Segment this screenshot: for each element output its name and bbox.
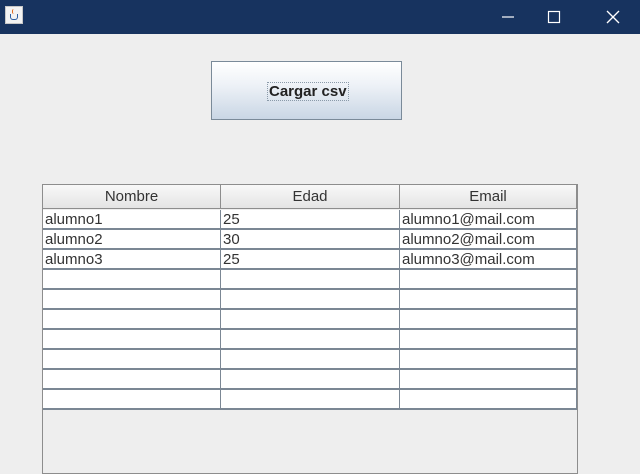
title-bar: [0, 0, 640, 34]
column-header-email[interactable]: Email: [400, 185, 577, 209]
maximize-button[interactable]: [531, 0, 577, 34]
close-icon: [606, 10, 620, 24]
table-row[interactable]: [43, 330, 577, 350]
table-cell-nombre[interactable]: alumno3: [43, 250, 221, 270]
table-cell-email[interactable]: [400, 270, 577, 290]
table-cell-edad[interactable]: 25: [221, 210, 400, 230]
table-cell-nombre[interactable]: [43, 370, 221, 390]
table-cell-edad[interactable]: [221, 270, 400, 290]
maximize-icon: [547, 10, 561, 24]
table-cell-edad[interactable]: [221, 310, 400, 330]
table-cell-edad[interactable]: [221, 350, 400, 370]
load-csv-button-label: Cargar csv: [267, 82, 349, 101]
table-cell-edad[interactable]: [221, 290, 400, 310]
table-cell-nombre[interactable]: [43, 330, 221, 350]
table-cell-email[interactable]: alumno3@mail.com: [400, 250, 577, 270]
table-row[interactable]: [43, 390, 577, 410]
java-icon[interactable]: [5, 6, 23, 24]
minimize-button[interactable]: [485, 0, 531, 34]
load-csv-button[interactable]: Cargar csv: [211, 61, 402, 120]
table-cell-nombre[interactable]: [43, 310, 221, 330]
table-row[interactable]: alumno1 25 alumno1@mail.com: [43, 210, 577, 230]
table-cell-edad[interactable]: 25: [221, 250, 400, 270]
table-cell-email[interactable]: [400, 350, 577, 370]
close-button[interactable]: [590, 0, 636, 34]
table-cell-email[interactable]: [400, 310, 577, 330]
table-cell-email[interactable]: [400, 370, 577, 390]
table-cell-edad[interactable]: [221, 390, 400, 410]
table-cell-nombre[interactable]: [43, 390, 221, 410]
table-cell-nombre[interactable]: [43, 290, 221, 310]
table-row[interactable]: [43, 370, 577, 390]
table-cell-nombre[interactable]: alumno1: [43, 210, 221, 230]
table-cell-nombre[interactable]: [43, 270, 221, 290]
table-header: Nombre Edad Email: [43, 185, 577, 209]
table-cell-email[interactable]: [400, 290, 577, 310]
table-cell-email[interactable]: alumno1@mail.com: [400, 210, 577, 230]
students-table[interactable]: Nombre Edad Email alumno1 25 alumno1@mail.…: [42, 184, 578, 474]
table-row[interactable]: [43, 350, 577, 370]
table-cell-edad[interactable]: [221, 370, 400, 390]
table-row[interactable]: alumno3 25 alumno3@mail.com: [43, 250, 577, 270]
table-cell-nombre[interactable]: [43, 350, 221, 370]
table-cell-email[interactable]: alumno2@mail.com: [400, 230, 577, 250]
minimize-icon: [502, 16, 514, 18]
table-row[interactable]: [43, 310, 577, 330]
table-row[interactable]: [43, 270, 577, 290]
table-cell-email[interactable]: [400, 330, 577, 350]
column-header-edad[interactable]: Edad: [221, 185, 400, 209]
table-row[interactable]: [43, 290, 577, 310]
table-cell-edad[interactable]: [221, 330, 400, 350]
table-row[interactable]: alumno2 30 alumno2@mail.com: [43, 230, 577, 250]
table-cell-edad[interactable]: 30: [221, 230, 400, 250]
column-header-nombre[interactable]: Nombre: [43, 185, 221, 209]
table-cell-nombre[interactable]: alumno2: [43, 230, 221, 250]
table-cell-email[interactable]: [400, 390, 577, 410]
